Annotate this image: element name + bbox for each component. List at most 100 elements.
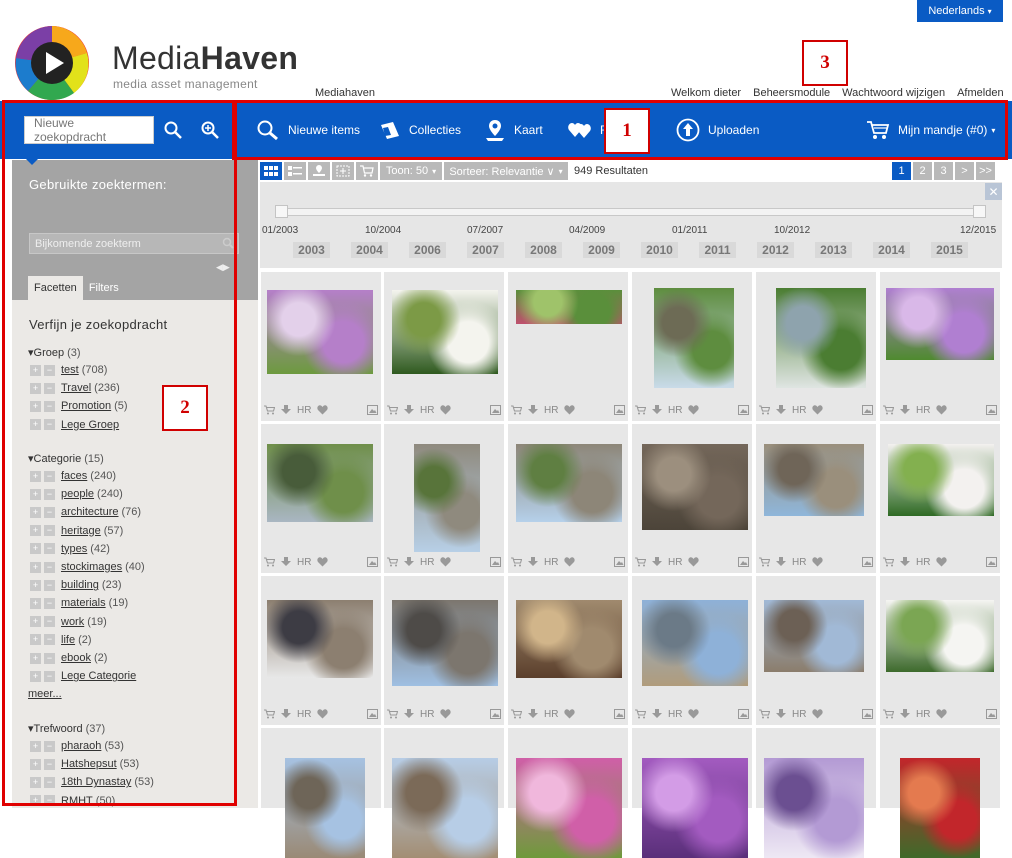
download-icon[interactable] (776, 405, 786, 415)
download-icon[interactable] (900, 557, 910, 567)
thumbnail-old-facades[interactable] (392, 758, 498, 858)
heart-icon[interactable] (936, 405, 948, 415)
thumbnail-gable-houses[interactable] (285, 758, 365, 858)
media-card[interactable]: HR (508, 272, 628, 421)
timeline-year-button[interactable]: 2013 (815, 242, 852, 258)
media-card[interactable] (756, 728, 876, 858)
media-card[interactable]: HR (261, 272, 381, 421)
heart-icon[interactable] (812, 557, 824, 567)
cart-icon[interactable] (356, 162, 378, 180)
download-icon[interactable] (404, 405, 414, 415)
download-icon[interactable] (404, 557, 414, 567)
timeline-year-button[interactable]: 2004 (351, 242, 388, 258)
thumbnail-white-hydrangea[interactable] (886, 600, 994, 672)
thumbnail-church-tower[interactable] (764, 444, 864, 516)
timeline-year-button[interactable]: 2009 (583, 242, 620, 258)
cart-icon[interactable] (387, 405, 398, 415)
hr-download-button[interactable]: HR (792, 709, 806, 720)
page-3[interactable]: 3 (934, 162, 953, 180)
hr-download-button[interactable]: HR (668, 709, 682, 720)
hr-download-button[interactable]: HR (544, 557, 558, 568)
thumbnail-white-lilies[interactable] (392, 290, 498, 374)
thumbnail-purple-flowers[interactable] (267, 290, 373, 374)
hr-download-button[interactable]: HR (544, 709, 558, 720)
download-icon[interactable] (404, 709, 414, 719)
page-next[interactable]: > (955, 162, 974, 180)
cart-icon[interactable] (511, 709, 522, 719)
cart-icon[interactable] (511, 405, 522, 415)
heart-icon[interactable] (564, 557, 576, 567)
download-icon[interactable] (900, 405, 910, 415)
download-icon[interactable] (281, 405, 291, 415)
media-card[interactable]: HR (508, 424, 628, 573)
thumbnail-red-lilies[interactable] (900, 758, 980, 858)
timeline-year-button[interactable]: 2003 (293, 242, 330, 258)
heart-icon[interactable] (936, 557, 948, 567)
media-card[interactable]: HR (632, 424, 752, 573)
page-last[interactable]: >> (976, 162, 995, 180)
cart-icon[interactable] (759, 709, 770, 719)
show-count-dropdown[interactable]: Toon: 50 ▾ (380, 162, 442, 180)
hr-download-button[interactable]: HR (668, 557, 682, 568)
hr-download-button[interactable]: HR (792, 557, 806, 568)
hr-download-button[interactable]: HR (792, 405, 806, 416)
heart-icon[interactable] (440, 405, 452, 415)
media-card[interactable]: HR (880, 272, 1000, 421)
list-view-icon[interactable] (284, 162, 306, 180)
timeline-year-button[interactable]: 2012 (757, 242, 794, 258)
thumbnail-violet-flowers[interactable] (642, 758, 748, 858)
hr-download-button[interactable]: HR (544, 405, 558, 416)
timeline-year-button[interactable]: 2007 (467, 242, 504, 258)
heart-icon[interactable] (317, 557, 329, 567)
hr-download-button[interactable]: HR (420, 709, 434, 720)
thumbnail-guild-hall[interactable] (392, 600, 498, 686)
heart-icon[interactable] (688, 709, 700, 719)
media-card[interactable]: HR (756, 576, 876, 725)
download-icon[interactable] (900, 709, 910, 719)
media-card[interactable]: HR (384, 272, 504, 421)
cart-icon[interactable] (264, 557, 275, 567)
media-card[interactable]: HR (384, 424, 504, 573)
thumbnail-horse-carriage[interactable] (516, 600, 622, 678)
cart-icon[interactable] (635, 709, 646, 719)
hr-download-button[interactable]: HR (916, 709, 930, 720)
thumbnail-gothic-windows[interactable] (642, 444, 748, 530)
media-card[interactable] (261, 728, 381, 858)
timeline-end-handle[interactable] (973, 205, 986, 218)
hr-download-button[interactable]: HR (420, 405, 434, 416)
media-card[interactable]: HR (880, 576, 1000, 725)
hr-download-button[interactable]: HR (916, 405, 930, 416)
download-icon[interactable] (281, 557, 291, 567)
cart-icon[interactable] (883, 709, 894, 719)
timeline-slider-track[interactable] (276, 208, 985, 216)
cart-icon[interactable] (883, 557, 894, 567)
thumbnail-river-rapids[interactable] (776, 288, 866, 388)
media-card[interactable] (508, 728, 628, 858)
heart-icon[interactable] (564, 405, 576, 415)
thumbnail-stone-castle[interactable] (516, 444, 622, 522)
download-icon[interactable] (281, 709, 291, 719)
heart-icon[interactable] (688, 405, 700, 415)
thumbnail-chive-flowers[interactable] (886, 288, 994, 360)
timeline-start-handle[interactable] (275, 205, 288, 218)
cart-icon[interactable] (759, 405, 770, 415)
media-card[interactable]: HR (632, 576, 752, 725)
heart-icon[interactable] (688, 557, 700, 567)
heart-icon[interactable] (317, 405, 329, 415)
download-icon[interactable] (528, 405, 538, 415)
download-icon[interactable] (776, 709, 786, 719)
timeline-year-button[interactable]: 2008 (525, 242, 562, 258)
cart-icon[interactable] (264, 709, 275, 719)
hr-download-button[interactable]: HR (668, 405, 682, 416)
download-icon[interactable] (528, 557, 538, 567)
page-2[interactable]: 2 (913, 162, 932, 180)
heart-icon[interactable] (812, 709, 824, 719)
heart-icon[interactable] (440, 557, 452, 567)
heart-icon[interactable] (812, 405, 824, 415)
timeline-year-button[interactable]: 2010 (641, 242, 678, 258)
media-card[interactable]: HR (756, 272, 876, 421)
download-icon[interactable] (652, 405, 662, 415)
media-card[interactable]: HR (508, 576, 628, 725)
language-dropdown[interactable]: Nederlands ▾ (917, 0, 1003, 22)
change-password-link[interactable]: Wachtwoord wijzigen (842, 87, 945, 99)
